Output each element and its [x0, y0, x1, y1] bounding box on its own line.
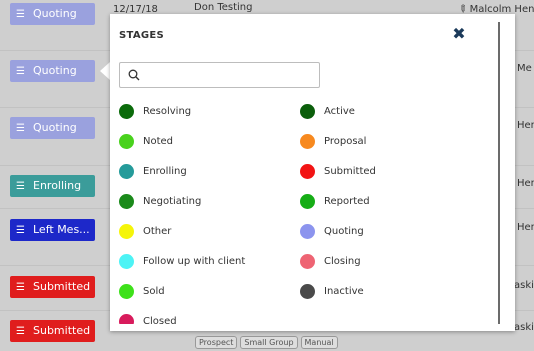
stage-option[interactable]: Reported	[300, 191, 370, 211]
stage-button[interactable]: ☰ Left Mes...	[10, 219, 95, 241]
color-swatch	[119, 193, 134, 209]
tag: Manual	[300, 336, 338, 349]
stage-button-label: Quoting	[33, 7, 77, 20]
color-swatch	[300, 223, 315, 239]
stage-option-label: Other	[143, 225, 172, 237]
stage-button-label: Quoting	[33, 121, 77, 134]
color-swatch	[300, 193, 315, 209]
list-icon: ☰	[16, 326, 25, 337]
stage-option-label: Resolving	[143, 105, 192, 117]
stage-button[interactable]: ☰ Quoting	[10, 3, 95, 25]
stage-option-label: Noted	[143, 135, 174, 147]
stage-option-label: Negotiating	[143, 195, 202, 207]
color-swatch	[119, 103, 134, 119]
stage-option[interactable]: Closing	[300, 251, 361, 271]
stage-button-label: Enrolling	[33, 179, 82, 192]
stage-option-label: Enrolling	[143, 165, 187, 177]
color-swatch	[300, 133, 315, 149]
search-input[interactable]	[146, 66, 318, 86]
stage-button[interactable]: ☰ Submitted	[10, 320, 95, 342]
search-icon	[128, 69, 140, 81]
row-owner-fragment: Hen	[517, 120, 534, 131]
color-swatch	[119, 163, 134, 179]
color-swatch	[119, 133, 134, 149]
stage-option-label: Closed	[143, 315, 177, 325]
row-owner-fragment: askin	[514, 322, 534, 333]
stage-option[interactable]: Enrolling	[119, 161, 187, 181]
row-owner-fragment: askin	[514, 280, 534, 291]
stage-button[interactable]: ☰ Submitted	[10, 276, 95, 298]
color-swatch	[300, 103, 315, 119]
stage-option[interactable]: Noted	[119, 131, 173, 151]
stage-button[interactable]: ☰ Quoting	[10, 60, 95, 82]
list-icon: ☰	[16, 66, 25, 77]
stage-option[interactable]: Inactive	[300, 281, 364, 301]
search-box[interactable]	[119, 62, 320, 88]
popover-arrow	[100, 62, 110, 80]
list-icon: ☰	[16, 282, 25, 293]
stage-option-label: Reported	[324, 195, 370, 207]
stage-option[interactable]: Active	[300, 101, 355, 121]
stage-option-label: Proposal	[324, 135, 367, 147]
stage-option[interactable]: Submitted	[300, 161, 376, 181]
stage-option[interactable]: Sold	[119, 281, 165, 301]
scrollbar-thumb[interactable]	[498, 22, 500, 324]
color-swatch	[300, 283, 315, 299]
list-icon: ☰	[16, 123, 25, 134]
stage-option[interactable]: Resolving	[119, 101, 191, 121]
color-swatch	[119, 253, 134, 269]
stage-option[interactable]: Other	[119, 221, 171, 241]
stage-button-label: Submitted	[33, 280, 91, 293]
stage-button[interactable]: ☰ Enrolling	[10, 175, 95, 197]
stage-button[interactable]: ☰ Quoting	[10, 117, 95, 139]
list-icon: ☰	[16, 181, 25, 192]
stage-option-label: Sold	[143, 285, 165, 297]
color-swatch	[119, 313, 134, 324]
row-contact[interactable]: Don Testing	[194, 2, 253, 13]
color-swatch	[300, 163, 315, 179]
stage-button-label: Submitted	[33, 324, 91, 337]
close-button[interactable]: ✖	[450, 25, 468, 43]
color-swatch	[300, 253, 315, 269]
stage-button-label: Left Mes...	[33, 223, 90, 236]
stage-option[interactable]: Proposal	[300, 131, 366, 151]
stage-button-label: Quoting	[33, 64, 77, 77]
color-swatch	[119, 283, 134, 299]
tag-list: Prospect Small Group Manual	[195, 336, 338, 349]
tag: Prospect	[195, 336, 238, 349]
list-icon: ☰	[16, 9, 25, 20]
stage-option-label: Inactive	[324, 285, 364, 297]
modal-title: STAGES	[119, 30, 165, 41]
stage-option-label: Active	[324, 105, 355, 117]
stage-option-label: Quoting	[324, 225, 364, 237]
tag: Small Group	[240, 336, 298, 349]
stage-option-label: Closing	[324, 255, 361, 267]
row-owner-fragment: Hen	[517, 178, 534, 189]
stage-option-label: Follow up with client	[143, 255, 246, 267]
color-swatch	[119, 223, 134, 239]
stage-option-label: Submitted	[324, 165, 376, 177]
stage-option[interactable]: Closed	[119, 311, 177, 324]
row-owner-fragment: Hen	[517, 222, 534, 233]
stage-list: Resolving Noted Enrolling Negotiating Other F…	[110, 98, 495, 324]
stage-option[interactable]: Quoting	[300, 221, 364, 241]
stages-modal: STAGES ✖ Resolving Noted Enrolling Negotiat…	[110, 14, 515, 331]
list-icon: ☰	[16, 225, 25, 236]
stage-option[interactable]: Negotiating	[119, 191, 201, 211]
stage-option[interactable]: Follow up with client	[119, 251, 245, 271]
